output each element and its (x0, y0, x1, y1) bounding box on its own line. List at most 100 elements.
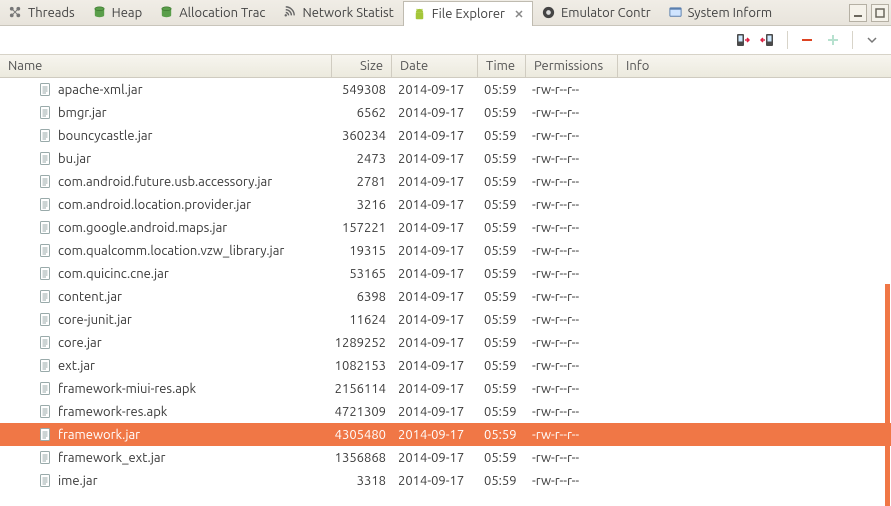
file-time: 05:59 (478, 221, 526, 235)
push-file-button[interactable] (733, 31, 751, 49)
tab-label: System Inform (688, 6, 772, 20)
tab-heap[interactable]: Heap (84, 0, 152, 25)
file-time: 05:59 (478, 290, 526, 304)
file-icon (38, 404, 52, 419)
delete-button[interactable] (798, 31, 816, 49)
file-permissions: -rw-r--r-- (526, 474, 618, 488)
file-date: 2014-09-17 (392, 244, 478, 258)
file-icon (38, 128, 52, 143)
table-row[interactable]: bmgr.jar65622014-09-1705:59-rw-r--r-- (0, 101, 891, 124)
file-time: 05:59 (478, 359, 526, 373)
file-size: 53165 (332, 267, 392, 281)
file-name: com.google.android.maps.jar (58, 221, 227, 235)
table-row[interactable]: com.android.future.usb.accessory.jar 2781… (0, 170, 891, 193)
file-size: 2473 (332, 152, 392, 166)
column-header-name[interactable]: Name (0, 55, 332, 77)
table-row[interactable]: framework_ext.jar13568682014-09-1705:59-… (0, 446, 891, 469)
file-icon (38, 381, 52, 396)
table-row[interactable]: framework.jar43054802014-09-1705:59-rw-r… (0, 423, 891, 446)
close-icon[interactable] (514, 9, 524, 19)
file-time: 05:59 (478, 198, 526, 212)
file-date: 2014-09-17 (392, 129, 478, 143)
file-name: core-junit.jar (58, 313, 132, 327)
file-table-body[interactable]: apache-xml.jar5493082014-09-1705:59-rw-r… (0, 78, 891, 506)
tab-network-statist[interactable]: Network Statist (274, 0, 402, 25)
add-button (824, 31, 842, 49)
file-name: com.quicinc.cne.jar (58, 267, 169, 281)
tab-label: Emulator Contr (561, 6, 651, 20)
file-name: com.android.location.provider.jar (58, 198, 251, 212)
tab-label: Threads (28, 6, 75, 20)
file-size: 11624 (332, 313, 392, 327)
file-time: 05:59 (478, 405, 526, 419)
table-row[interactable]: apache-xml.jar5493082014-09-1705:59-rw-r… (0, 78, 891, 101)
file-size: 3216 (332, 198, 392, 212)
minimize-view-button[interactable] (849, 4, 867, 22)
file-name: core.jar (58, 336, 102, 350)
file-name: bmgr.jar (58, 106, 107, 120)
push-file-icon (734, 32, 750, 48)
db-icon (159, 5, 174, 20)
pull-file-button[interactable] (759, 31, 777, 49)
file-time: 05:59 (478, 152, 526, 166)
tab-threads[interactable]: Threads (0, 0, 84, 25)
file-permissions: -rw-r--r-- (526, 290, 618, 304)
table-row[interactable]: framework-miui-res.apk21561142014-09-170… (0, 377, 891, 400)
table-row[interactable]: com.android.location.provider.jar3216201… (0, 193, 891, 216)
table-row[interactable]: ime.jar33182014-09-1705:59-rw-r--r-- (0, 469, 891, 492)
file-permissions: -rw-r--r-- (526, 405, 618, 419)
table-row[interactable]: com.google.android.maps.jar1572212014-09… (0, 216, 891, 239)
file-size: 4721309 (332, 405, 392, 419)
table-row[interactable]: framework-res.apk47213092014-09-1705:59-… (0, 400, 891, 423)
file-icon (38, 197, 52, 212)
table-row[interactable]: core-junit.jar116242014-09-1705:59-rw-r-… (0, 308, 891, 331)
file-permissions: -rw-r--r-- (526, 244, 618, 258)
file-time: 05:59 (478, 428, 526, 442)
tab-label: Heap (112, 6, 143, 20)
file-size: 549308 (332, 83, 392, 97)
column-header-info[interactable]: Info (618, 55, 891, 77)
tab-system-inform[interactable]: System Inform (660, 0, 781, 25)
tab-label: Allocation Trac (179, 6, 265, 20)
column-header-date[interactable]: Date (392, 55, 478, 77)
file-size: 2781 (332, 175, 392, 189)
table-row[interactable]: content.jar63982014-09-1705:59-rw-r--r-- (0, 285, 891, 308)
file-icon (38, 427, 52, 442)
file-size: 157221 (332, 221, 392, 235)
file-icon (38, 243, 52, 258)
threads-icon (8, 5, 23, 20)
file-time: 05:59 (478, 382, 526, 396)
view-menu-button[interactable] (863, 31, 881, 49)
tab-emulator-contr[interactable]: Emulator Contr (533, 0, 660, 25)
table-row[interactable]: bouncycastle.jar3602342014-09-1705:59-rw… (0, 124, 891, 147)
file-permissions: -rw-r--r-- (526, 83, 618, 97)
file-icon (38, 335, 52, 350)
table-row[interactable]: com.quicinc.cne.jar531652014-09-1705:59-… (0, 262, 891, 285)
file-time: 05:59 (478, 451, 526, 465)
table-row[interactable]: bu.jar24732014-09-1705:59-rw-r--r-- (0, 147, 891, 170)
file-permissions: -rw-r--r-- (526, 359, 618, 373)
file-date: 2014-09-17 (392, 313, 478, 327)
plus-icon (826, 33, 840, 47)
tab-allocation-trac[interactable]: Allocation Trac (151, 0, 274, 25)
file-size: 360234 (332, 129, 392, 143)
tab-file-explorer[interactable]: File Explorer (403, 1, 533, 26)
file-time: 05:59 (478, 474, 526, 488)
file-name: framework_ext.jar (58, 451, 165, 465)
table-row[interactable]: com.qualcomm.location.vzw_library.jar193… (0, 239, 891, 262)
chevron-down-icon (867, 35, 877, 45)
scrollbar-indicator[interactable] (885, 284, 890, 506)
column-header-size[interactable]: Size (332, 55, 392, 77)
file-date: 2014-09-17 (392, 152, 478, 166)
file-size: 1289252 (332, 336, 392, 350)
file-name: com.android.future.usb.accessory.jar (58, 175, 272, 189)
table-row[interactable]: core.jar12892522014-09-1705:59-rw-r--r-- (0, 331, 891, 354)
view-tab-bar: Threads Heap Allocation Trac Network Statis… (0, 0, 891, 26)
column-header-time[interactable]: Time (478, 55, 526, 77)
file-time: 05:59 (478, 244, 526, 258)
maximize-view-button[interactable] (871, 4, 889, 22)
file-icon (38, 151, 52, 166)
table-row[interactable]: ext.jar10821532014-09-1705:59-rw-r--r-- (0, 354, 891, 377)
column-header-permissions[interactable]: Permissions (526, 55, 618, 77)
file-icon (38, 358, 52, 373)
